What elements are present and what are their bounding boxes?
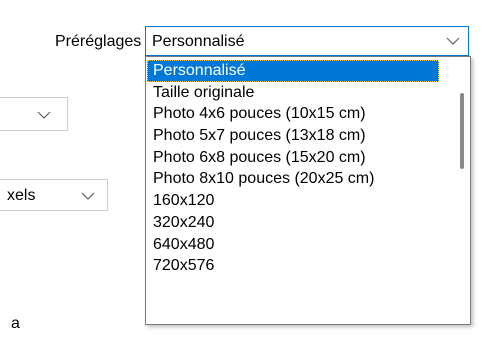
partial-label: a [11, 315, 20, 332]
presets-options: Personnalisé Taille originale Photo 4x6 … [147, 60, 439, 277]
scrollbar-thumb[interactable] [460, 93, 464, 169]
units-select[interactable]: xels [0, 179, 108, 211]
chevron-down-icon [37, 111, 51, 119]
dropdown-scrollbar[interactable] [454, 57, 470, 324]
preset-option[interactable]: Photo 8x10 pouces (20x25 cm) [147, 168, 439, 190]
preset-option[interactable]: 640x480 [147, 234, 439, 256]
preset-option[interactable]: Personnalisé [147, 60, 439, 82]
chevron-down-icon [446, 37, 460, 45]
preset-option[interactable]: Photo 5x7 pouces (13x18 cm) [147, 125, 439, 147]
preset-option[interactable]: Photo 4x6 pouces (10x15 cm) [147, 103, 439, 125]
chevron-down-icon [81, 192, 95, 200]
size-select[interactable] [0, 97, 68, 131]
preset-option[interactable]: 320x240 [147, 212, 439, 234]
preset-option[interactable]: 160x120 [147, 190, 439, 212]
presets-dropdown-list[interactable]: Personnalisé Taille originale Photo 4x6 … [145, 56, 471, 325]
preset-option[interactable]: Taille originale [147, 82, 439, 104]
units-select-value: xels [7, 187, 36, 204]
presets-select-value: Personnalisé [152, 33, 245, 50]
presets-label: Préréglages [55, 33, 142, 50]
preset-option[interactable]: Photo 6x8 pouces (15x20 cm) [147, 147, 439, 169]
preset-option[interactable]: 720x576 [147, 255, 439, 277]
presets-select[interactable]: Personnalisé [145, 26, 469, 56]
